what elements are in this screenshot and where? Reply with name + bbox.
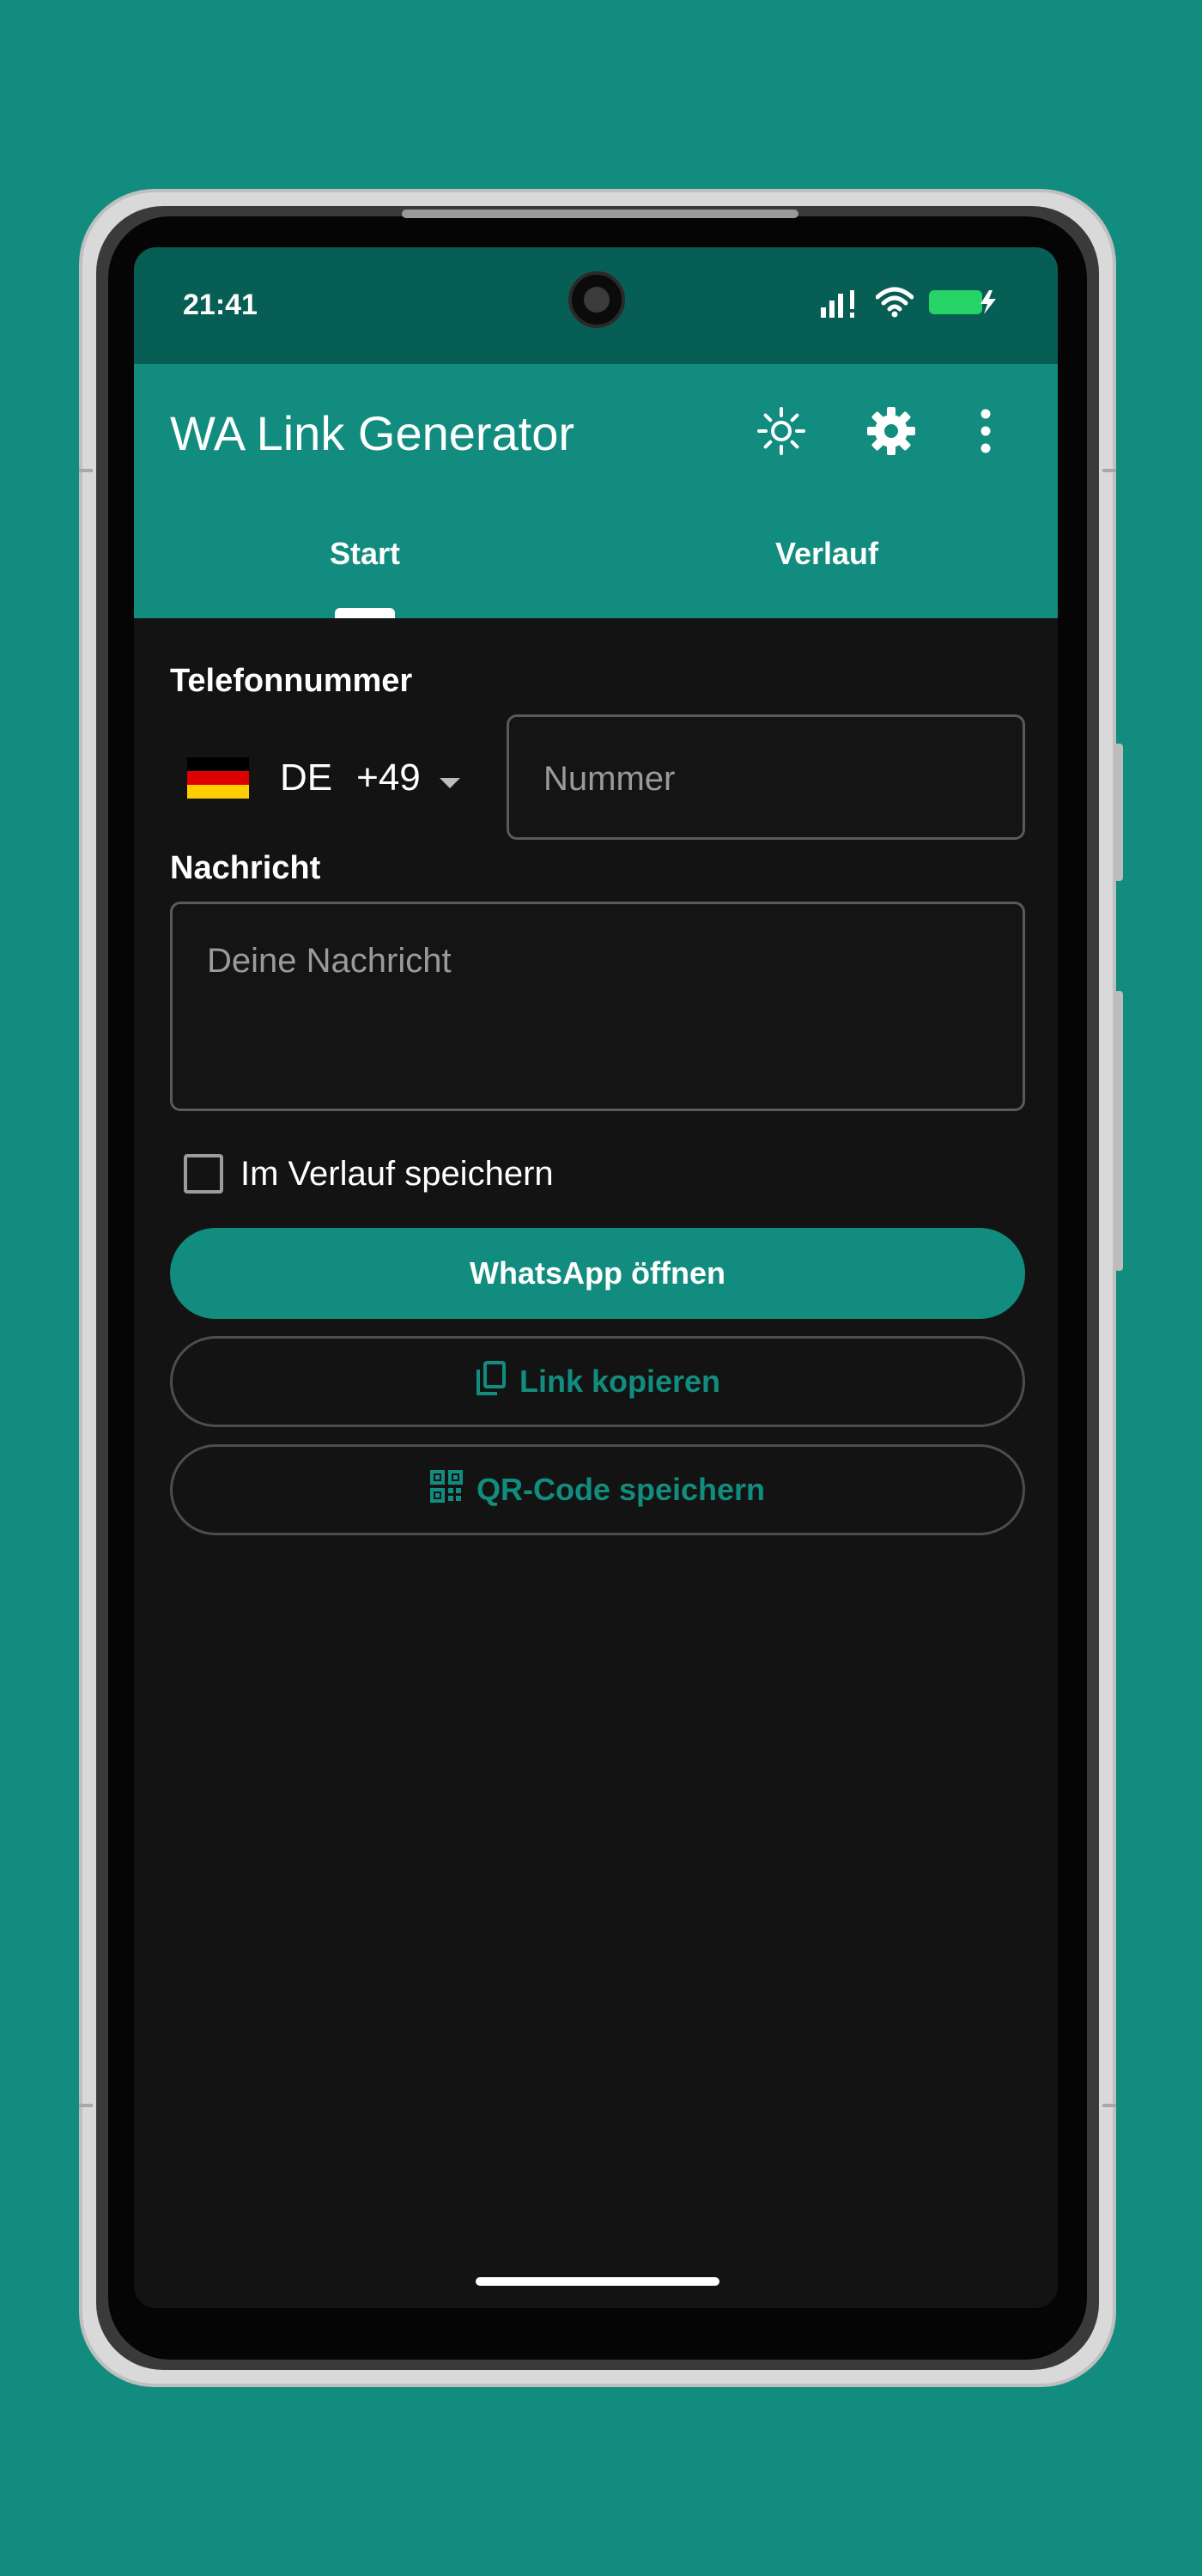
country-code: DE <box>280 756 333 799</box>
save-qr-label: QR-Code speichern <box>476 1472 766 1507</box>
copy-icon <box>475 1360 519 1403</box>
app-screen: 21:41 WA Link Generator Start Verlauf Te… <box>134 247 1058 2308</box>
status-bar: 21:41 <box>134 247 1058 364</box>
open-whatsapp-button[interactable]: WhatsApp öffnen <box>170 1228 1025 1319</box>
country-selector[interactable]: DE +49 <box>187 752 462 804</box>
status-time: 21:41 <box>183 289 258 321</box>
copy-link-label: Link kopieren <box>519 1364 721 1399</box>
more-vertical-icon[interactable] <box>953 398 1018 464</box>
dial-code: +49 <box>356 756 421 799</box>
antenna-line <box>79 469 93 472</box>
gear-icon[interactable] <box>859 398 924 464</box>
signal-icon <box>821 287 860 322</box>
number-input[interactable]: Nummer <box>507 714 1025 840</box>
save-history-row[interactable]: Im Verlauf speichern <box>184 1154 554 1194</box>
save-history-label: Im Verlauf speichern <box>240 1154 554 1193</box>
germany-flag-icon <box>187 757 249 799</box>
antenna-line <box>79 2104 93 2107</box>
message-label: Nachricht <box>170 850 321 886</box>
caret-down-icon <box>438 756 462 799</box>
antenna-line <box>1102 469 1116 472</box>
tab-verlauf[interactable]: Verlauf <box>596 536 1058 572</box>
battery-charging-icon <box>929 287 998 322</box>
phone-speaker <box>402 210 798 218</box>
message-input[interactable]: Deine Nachricht <box>170 902 1025 1111</box>
phone-label: Telefonnummer <box>170 663 413 699</box>
app-title: WA Link Generator <box>170 406 575 460</box>
status-icons <box>821 287 998 322</box>
tab-indicator <box>335 608 395 618</box>
copy-link-button[interactable]: Link kopieren <box>170 1336 1025 1427</box>
number-placeholder: Nummer <box>543 760 676 798</box>
power-button <box>1114 991 1123 1271</box>
volume-button <box>1114 744 1123 881</box>
open-whatsapp-label: WhatsApp öffnen <box>470 1255 725 1291</box>
app-bar: WA Link Generator Start Verlauf <box>134 364 1058 618</box>
tab-start[interactable]: Start <box>134 536 596 572</box>
message-placeholder: Deine Nachricht <box>207 942 452 980</box>
front-camera <box>568 271 625 328</box>
save-history-checkbox[interactable] <box>184 1154 223 1194</box>
sun-icon[interactable] <box>749 398 814 464</box>
save-qr-button[interactable]: QR-Code speichern <box>170 1444 1025 1535</box>
home-indicator[interactable] <box>476 2277 719 2286</box>
wifi-icon <box>875 287 914 322</box>
qr-code-icon <box>429 1469 477 1510</box>
antenna-line <box>1102 2104 1116 2107</box>
